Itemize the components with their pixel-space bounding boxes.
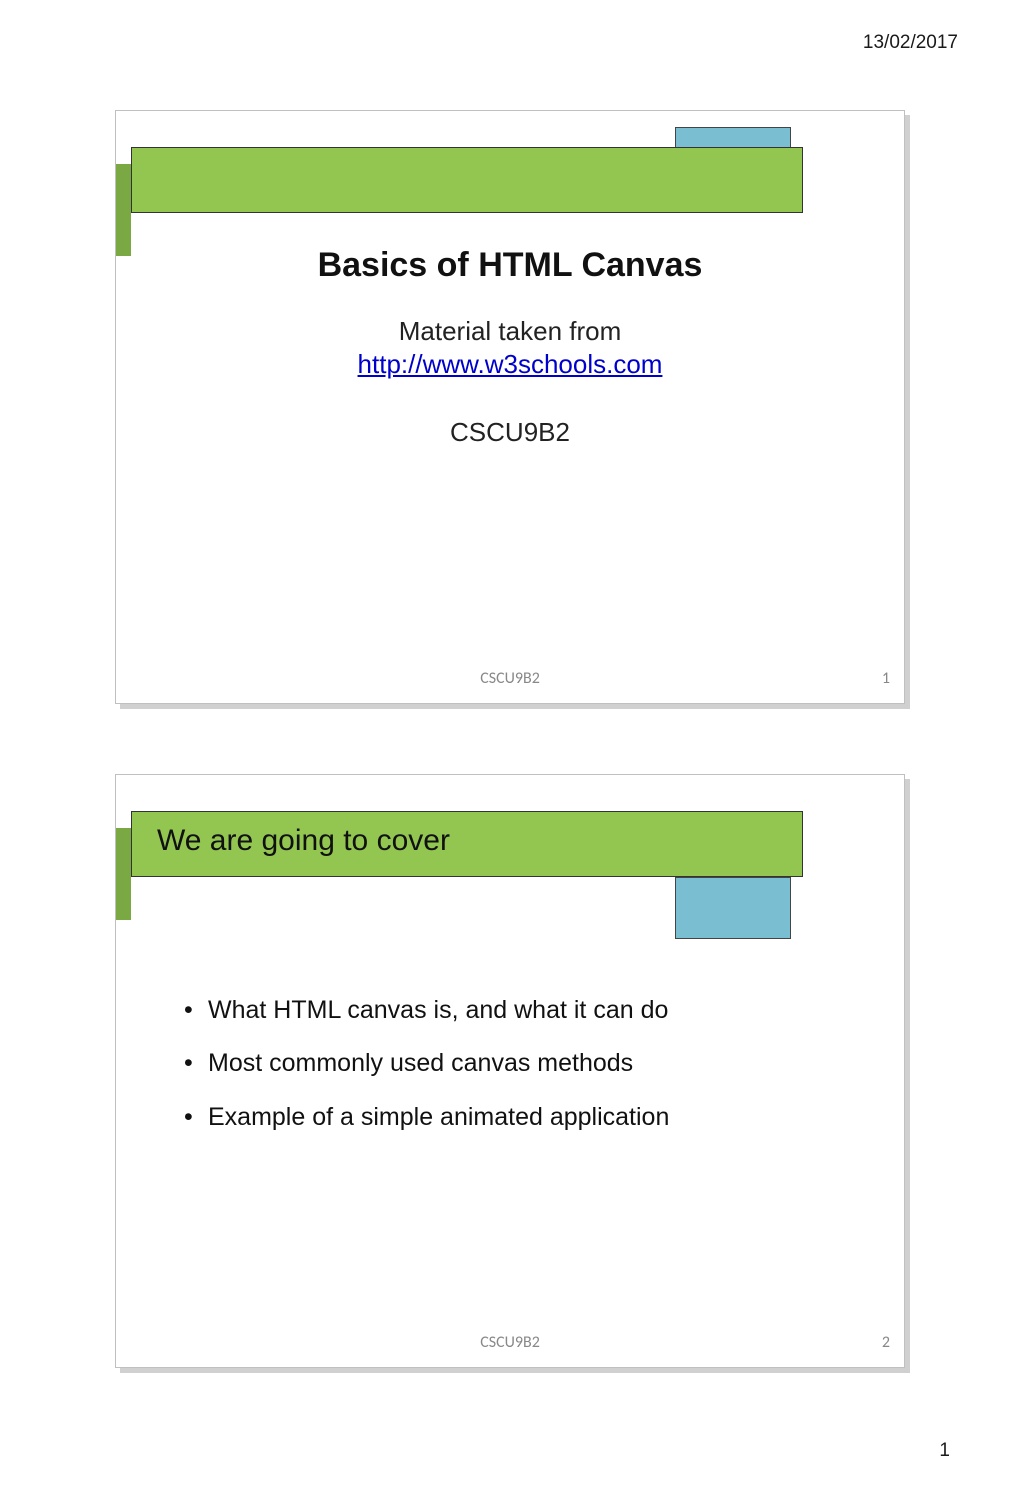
accent-green-side	[116, 828, 131, 920]
slide-1-content: Basics of HTML Canvas Material taken fro…	[116, 246, 904, 450]
list-item: Most commonly used canvas methods	[176, 1048, 864, 1079]
slide-1-title: Basics of HTML Canvas	[116, 246, 904, 285]
slide-2: We are going to cover What HTML canvas i…	[115, 774, 905, 1368]
slide-2-bar-title: We are going to cover	[157, 824, 450, 858]
title-green-bar: We are going to cover	[131, 811, 803, 877]
accent-green-side	[116, 164, 131, 256]
slide-2-bullet-list: What HTML canvas is, and what it can do …	[176, 995, 864, 1155]
slide-2-footer-center: CSCU9B2	[480, 1333, 540, 1352]
slide-1-subtitle-line1: Material taken from	[116, 315, 904, 349]
slide-1-footer-center: CSCU9B2	[480, 669, 540, 688]
slide-2-footer: CSCU9B2 2	[116, 1333, 904, 1357]
slide-1-footer: CSCU9B2 1	[116, 669, 904, 693]
slide-2-footer-number: 2	[882, 1333, 890, 1352]
slide-1-course-code: CSCU9B2	[116, 416, 904, 450]
page-header-date: 13/02/2017	[863, 32, 958, 54]
slides-container: Basics of HTML Canvas Material taken fro…	[115, 110, 905, 1438]
page-footer-number: 1	[939, 1440, 950, 1462]
title-green-bar	[131, 147, 803, 213]
accent-teal-box	[675, 877, 791, 939]
list-item: Example of a simple animated application	[176, 1102, 864, 1133]
slide-1: Basics of HTML Canvas Material taken fro…	[115, 110, 905, 704]
slide-1-source-link[interactable]: http://www.w3schools.com	[358, 349, 663, 379]
list-item: What HTML canvas is, and what it can do	[176, 995, 864, 1026]
slide-1-footer-number: 1	[882, 669, 890, 688]
